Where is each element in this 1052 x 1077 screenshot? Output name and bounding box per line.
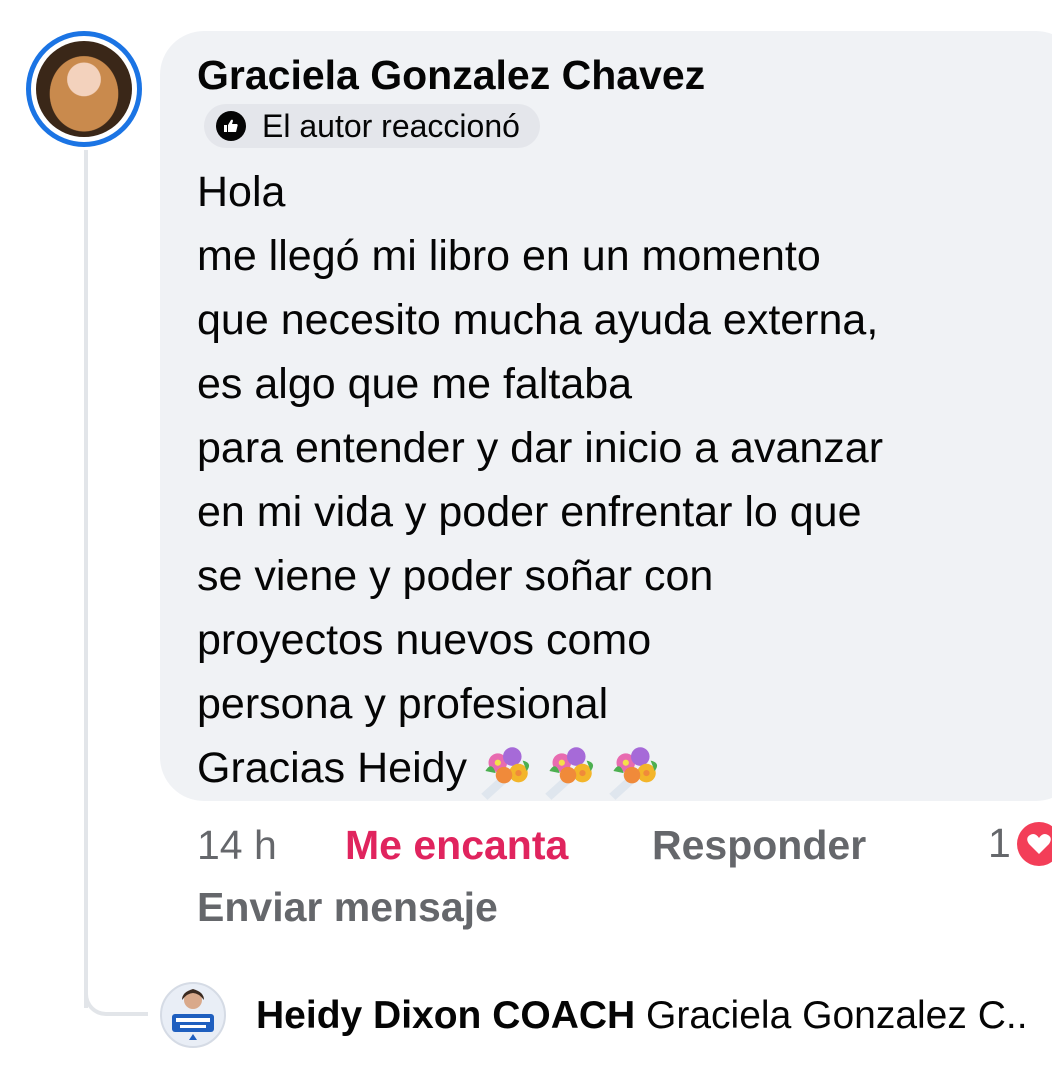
send-message-button[interactable]: Enviar mensaje	[197, 884, 498, 931]
bouquet-emojis	[473, 742, 663, 800]
comment-timestamp[interactable]: 14 h	[197, 822, 277, 869]
bouquet-icon	[481, 746, 530, 800]
reply-preview-text: Graciela Gonzalez C..	[646, 994, 1028, 1037]
reply-author-name[interactable]: Heidy Dixon COACH	[256, 994, 635, 1037]
reaction-summary[interactable]: 1	[988, 820, 1052, 867]
author-reacted-label: El autor reaccionó	[262, 107, 520, 144]
comment-text: Hola me llegó mi libro en un momento que…	[197, 160, 1047, 800]
comment-line: es algo que me faltaba	[197, 360, 633, 408]
reply-preview[interactable]: Heidy Dixon COACH Graciela Gonzalez C..	[256, 994, 1028, 1038]
comment-line: persona y profesional	[197, 680, 609, 728]
comment-line: me llegó mi libro en un momento	[197, 232, 821, 280]
reply-button[interactable]: Responder	[652, 822, 866, 869]
thread-connector-curve	[84, 980, 148, 1016]
comment-line: proyectos nuevos como	[197, 616, 652, 664]
bouquet-icon	[545, 746, 594, 800]
reaction-count: 1	[988, 820, 1011, 866]
comment-author-name[interactable]: Graciela Gonzalez Chavez	[197, 52, 705, 99]
comment-line: en mi vida y poder enfrentar lo que	[197, 488, 862, 536]
comment-line: para entender y dar inicio a avanzar	[197, 424, 884, 472]
thumbs-up-icon	[216, 111, 246, 141]
love-reaction-button[interactable]: Me encanta	[345, 822, 568, 869]
thread-connector-line	[84, 150, 88, 1008]
comment-line: Hola	[197, 168, 286, 216]
comment-line: Gracias Heidy	[197, 744, 468, 792]
comment-last-line: Gracias Heidy	[197, 736, 1047, 800]
author-avatar[interactable]	[26, 31, 142, 147]
heart-icon	[1016, 821, 1052, 866]
author-reacted-badge: El autor reaccionó	[204, 104, 540, 148]
reply-author-avatar[interactable]	[160, 982, 226, 1048]
bouquet-icon	[609, 746, 658, 800]
comment-line: se viene y poder soñar con	[197, 552, 714, 600]
comment-line: que necesito mucha ayuda externa,	[197, 296, 879, 344]
reply-avatar-image	[172, 989, 214, 1040]
avatar-photo	[36, 41, 132, 137]
